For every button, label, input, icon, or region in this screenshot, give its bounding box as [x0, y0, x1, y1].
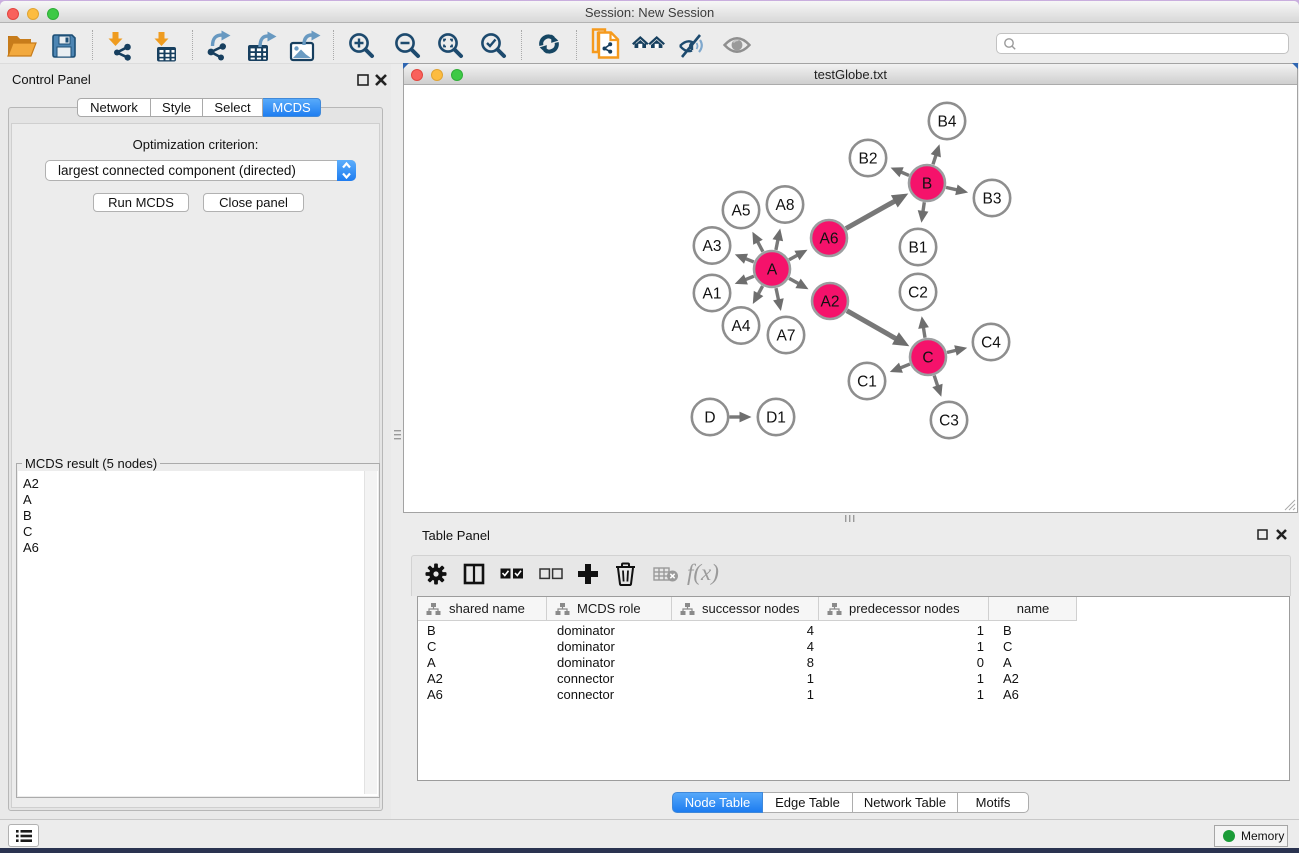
svg-text:A5: A5 — [732, 203, 751, 220]
svg-text:A7: A7 — [777, 328, 796, 345]
svg-text:A2: A2 — [821, 294, 840, 311]
svg-text:B3: B3 — [983, 191, 1002, 208]
svg-text:A6: A6 — [820, 231, 839, 248]
svg-text:B4: B4 — [938, 114, 957, 131]
svg-text:B: B — [922, 176, 932, 193]
svg-text:B1: B1 — [909, 240, 928, 257]
svg-text:B2: B2 — [859, 151, 878, 168]
svg-text:C4: C4 — [981, 335, 1001, 352]
svg-text:A4: A4 — [732, 318, 751, 335]
svg-text:A: A — [767, 262, 778, 279]
svg-text:A8: A8 — [776, 197, 795, 214]
svg-text:D: D — [704, 410, 715, 427]
svg-text:C2: C2 — [908, 285, 928, 302]
svg-text:A1: A1 — [703, 286, 722, 303]
svg-text:C: C — [922, 350, 933, 367]
svg-text:A3: A3 — [703, 238, 722, 255]
svg-text:D1: D1 — [766, 410, 786, 427]
svg-text:C1: C1 — [857, 374, 877, 391]
svg-text:C3: C3 — [939, 413, 959, 430]
